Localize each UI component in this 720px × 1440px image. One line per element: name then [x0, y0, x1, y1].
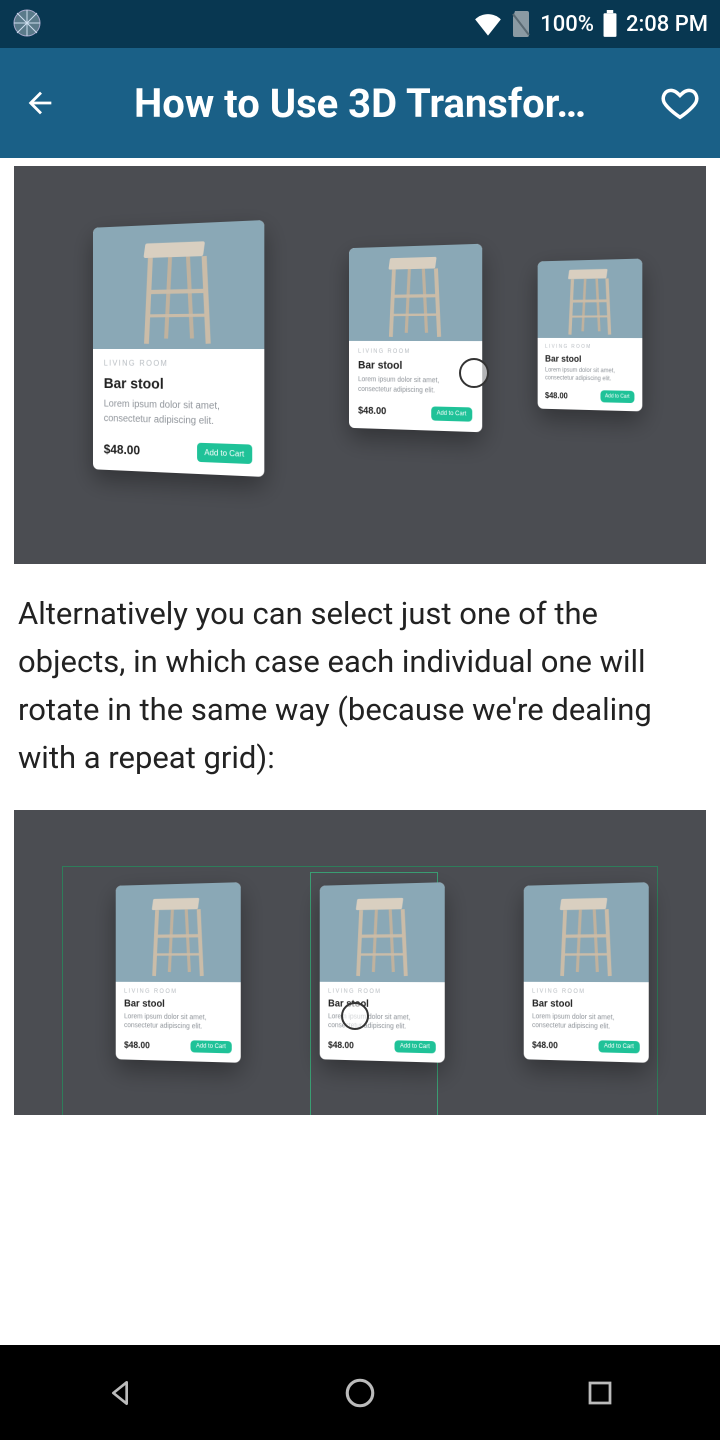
clock: 2:08 PM: [626, 12, 708, 37]
nav-home-button[interactable]: [335, 1368, 385, 1418]
battery-percentage: 100%: [540, 12, 594, 37]
product-card: LIVING ROOM Bar stool Lorem ipsum dolor …: [93, 220, 264, 477]
status-bar: 100% 2:08 PM: [0, 0, 720, 48]
figure-3d-cards-perspective: LIVING ROOM Bar stool Lorem ipsum dolor …: [14, 166, 706, 564]
card-category: LIVING ROOM: [358, 349, 472, 356]
add-to-cart-button: Add to Cart: [600, 390, 634, 403]
card-price: $48.00: [328, 1040, 354, 1050]
product-card: LIVING ROOM Bar stool Lorem ipsum dolor …: [524, 882, 649, 1062]
blank-space: [14, 1115, 706, 1320]
add-to-cart-button: Add to Cart: [598, 1040, 640, 1053]
add-to-cart-button: Add to Cart: [197, 443, 253, 464]
no-sim-icon: [510, 11, 532, 37]
card-desc: Lorem ipsum dolor sit amet, consectetur …: [124, 1013, 232, 1034]
card-price: $48.00: [545, 391, 568, 400]
card-desc: Lorem ipsum dolor sit amet, consectetur …: [545, 366, 634, 383]
add-to-cart-button: Add to Cart: [431, 406, 472, 421]
card-price: $48.00: [104, 442, 140, 458]
card-price: $48.00: [358, 406, 386, 418]
app-bar: How to Use 3D Transfor…: [0, 48, 720, 158]
nav-back-button[interactable]: [95, 1368, 145, 1418]
cursor-icon: [459, 358, 489, 388]
cursor-icon: [341, 1002, 369, 1030]
card-price: $48.00: [124, 1040, 150, 1050]
wifi-icon: [474, 12, 502, 36]
card-category: LIVING ROOM: [124, 989, 232, 996]
nav-recents-button[interactable]: [575, 1368, 625, 1418]
card-desc: Lorem ipsum dolor sit amet, consectetur …: [532, 1013, 640, 1034]
add-to-cart-button: Add to Cart: [394, 1040, 436, 1053]
product-card: LIVING ROOM Bar stool Lorem ipsum dolor …: [349, 244, 482, 432]
card-desc: Lorem ipsum dolor sit amet, consectetur …: [104, 398, 252, 431]
product-card: LIVING ROOM Bar stool Lorem ipsum dolor …: [538, 259, 643, 412]
add-to-cart-button: Add to Cart: [190, 1040, 232, 1053]
figure-3d-cards-grid: LIVING ROOM Bar stool Lorem ipsum dolor …: [14, 810, 706, 1115]
card-name: Bar stool: [124, 999, 232, 1011]
article-paragraph: Alternatively you can select just one of…: [0, 564, 720, 810]
back-button[interactable]: [20, 83, 60, 123]
card-category: LIVING ROOM: [545, 344, 634, 350]
product-card: LIVING ROOM Bar stool Lorem ipsum dolor …: [320, 882, 445, 1062]
card-name: Bar stool: [532, 999, 640, 1011]
card-category: LIVING ROOM: [328, 989, 436, 996]
app-status-icon: [12, 8, 42, 42]
page-title: How to Use 3D Transfor…: [84, 80, 636, 127]
article-content[interactable]: LIVING ROOM Bar stool Lorem ipsum dolor …: [0, 166, 720, 1320]
battery-icon: [602, 10, 618, 38]
card-category: LIVING ROOM: [104, 359, 252, 369]
card-name: Bar stool: [545, 354, 634, 365]
card-price: $48.00: [532, 1040, 558, 1050]
favorite-button[interactable]: [660, 83, 700, 123]
card-name: Bar stool: [104, 375, 252, 394]
card-name: Bar stool: [358, 360, 472, 373]
product-card: LIVING ROOM Bar stool Lorem ipsum dolor …: [116, 882, 241, 1062]
card-category: LIVING ROOM: [532, 989, 640, 996]
android-nav-bar: [0, 1345, 720, 1440]
card-desc: Lorem ipsum dolor sit amet, consectetur …: [358, 375, 472, 397]
